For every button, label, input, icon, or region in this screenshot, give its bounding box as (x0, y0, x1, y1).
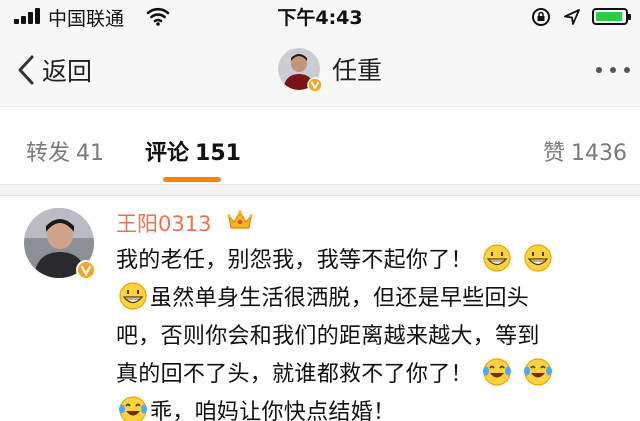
comment-line-2: 虽然单身生活很洒脱，但还是早些回头 (116, 280, 626, 318)
back-chevron-icon (18, 55, 34, 85)
tab-like[interactable]: 赞 1436 (543, 135, 627, 167)
comment-text: 我的老任，别怨我，我等不起你了！ 虽然单身生活很洒脱，但还是早些回头 吧，否则你… (116, 242, 626, 421)
location-arrow-icon (563, 8, 581, 30)
active-tab-indicator (163, 177, 221, 182)
commenter-name[interactable]: 王阳0313 (116, 208, 211, 238)
more-icon[interactable] (596, 67, 632, 75)
tab-bar: 转发 41 评论 151 赞 1436 (0, 106, 640, 184)
comment-text-segment: 我的老任，别怨我，我等不起你了！ (116, 248, 473, 273)
tab-like-label: 赞 (543, 141, 566, 166)
section-divider (0, 184, 640, 196)
grin-emoji-icon (119, 282, 147, 310)
comment-line-5: 乖，咱妈让你快点结婚！ (116, 394, 626, 421)
crown-icon (227, 208, 253, 236)
nav-bar: 返回 任重 (0, 34, 640, 106)
tab-like-count: 1436 (571, 141, 628, 166)
tab-comment[interactable]: 评论 151 (145, 135, 241, 167)
comment-line-4: 真的回不了头，就谁都救不了你了！ (116, 356, 626, 394)
grin-emoji-icon (524, 244, 553, 272)
comment-line-3: 吧，否则你会和我们的距离越来越大，等到 (116, 324, 540, 349)
verified-badge-icon (307, 77, 323, 93)
commenter-avatar[interactable] (24, 208, 96, 280)
tab-repost[interactable]: 转发 41 (26, 135, 104, 167)
grin-emoji-icon (483, 244, 511, 272)
tab-repost-label: 转发 (26, 141, 71, 166)
back-label: 返回 (42, 57, 93, 86)
comment-line-1: 我的老任，别怨我，我等不起你了！ (116, 242, 626, 280)
laugh-tears-emoji-icon (119, 396, 147, 421)
battery-icon (592, 8, 631, 25)
rotation-lock-icon (531, 7, 551, 31)
status-bar: 中国联通 下午4:43 (0, 0, 640, 34)
laugh-tears-emoji-icon (524, 358, 553, 386)
weibo-comment-screen: 中国联通 下午4:43 返回 任重 转发 41 评论 151 赞 1436 王阳… (0, 0, 640, 421)
verified-badge-icon (76, 260, 96, 280)
nav-user-name: 任重 (332, 56, 383, 85)
laugh-tears-emoji-icon (483, 358, 512, 386)
comment-text-segment: 虽然单身生活很洒脱，但还是早些回头 (150, 286, 530, 311)
comment-item: 王阳0313 我的老任，别怨我，我等不起你了！ 虽然单身生活很洒脱，但还是早些回… (0, 196, 640, 421)
back-button[interactable]: 返回 (16, 50, 92, 90)
tab-comment-label: 评论 (145, 141, 190, 166)
comment-text-segment: 乖，咱妈让你快点结婚！ (150, 400, 396, 421)
comment-text-segment: 真的回不了头，就谁都救不了你了！ (116, 362, 473, 387)
nav-user[interactable]: 任重 (278, 48, 383, 93)
tab-comment-count: 151 (195, 141, 241, 166)
tab-repost-count: 41 (76, 141, 105, 166)
